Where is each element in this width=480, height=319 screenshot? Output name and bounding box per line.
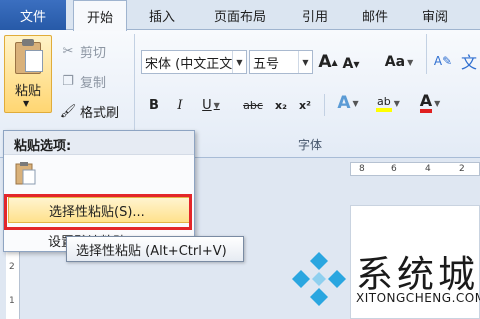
horizontal-ruler: 8 6 4 2 bbox=[350, 162, 480, 176]
tab-insert[interactable]: 插入 bbox=[137, 0, 187, 30]
paste-label: 粘贴 bbox=[14, 84, 41, 99]
highlight-color-button[interactable]: ab ▼ bbox=[370, 92, 406, 114]
tab-references[interactable]: 引用 bbox=[290, 0, 340, 30]
watermark-name: 系统城 bbox=[356, 253, 479, 296]
paste-options-header: 粘贴选项: bbox=[4, 131, 194, 155]
underline-button[interactable]: U ▼ bbox=[198, 94, 224, 116]
font-name-combo[interactable]: 宋体 (中文正文 ▼ bbox=[141, 50, 247, 74]
grow-font-button[interactable]: A ▲ bbox=[318, 51, 338, 73]
cut-button[interactable]: ✂ 剪切 bbox=[60, 42, 106, 61]
format-painter-button[interactable]: 🖌 格式刷 bbox=[60, 102, 119, 121]
change-case-button[interactable]: Aa ▼ bbox=[382, 51, 416, 73]
bold-button[interactable]: B bbox=[146, 94, 162, 116]
paste-dropdown-arrow[interactable]: ▼ bbox=[23, 99, 29, 108]
superscript-button[interactable]: x² bbox=[296, 94, 314, 116]
tab-page-layout[interactable]: 页面布局 bbox=[200, 0, 280, 30]
subscript-button[interactable]: x₂ bbox=[272, 94, 290, 116]
scissors-icon: ✂ bbox=[62, 44, 74, 59]
tab-mailings[interactable]: 邮件 bbox=[350, 0, 400, 30]
copy-button[interactable]: ❐ 复制 bbox=[60, 72, 106, 91]
font-name-dropdown-icon[interactable]: ▼ bbox=[232, 51, 246, 73]
brush-icon: 🖌 bbox=[59, 104, 77, 119]
tab-review[interactable]: 审阅 bbox=[410, 0, 460, 30]
paste-options-menu: 粘贴选项: 选择性粘贴(S)... 设置默认粘贴 bbox=[3, 130, 195, 252]
italic-button[interactable]: I bbox=[172, 94, 188, 116]
ribbon-tab-bar: 文件 开始 插入 页面布局 引用 邮件 审阅 bbox=[0, 0, 480, 31]
font-color-button[interactable]: A ▼ bbox=[414, 92, 446, 114]
text-effects-button[interactable]: A ▼ bbox=[334, 92, 362, 114]
clear-format-icon[interactable]: A✎ bbox=[432, 50, 454, 72]
watermark-site: XITONGCHENG.COM bbox=[356, 291, 480, 305]
font-size-combo[interactable]: 五号 ▼ bbox=[249, 50, 313, 74]
tab-home[interactable]: 开始 bbox=[73, 0, 127, 31]
keep-source-formatting-icon[interactable] bbox=[12, 161, 38, 187]
font-group-label: 字体 bbox=[298, 138, 323, 152]
strikethrough-button[interactable]: abc bbox=[240, 94, 266, 116]
watermark-logo-icon bbox=[292, 252, 346, 306]
tab-file[interactable]: 文件 bbox=[0, 0, 66, 30]
copy-icon: ❐ bbox=[62, 74, 74, 89]
phonetic-guide-button[interactable]: 文 bbox=[458, 50, 480, 72]
font-size-dropdown-icon[interactable]: ▼ bbox=[298, 51, 312, 73]
paste-special-tooltip: 选择性粘贴 (Alt+Ctrl+V) bbox=[66, 236, 244, 262]
paste-special-item[interactable]: 选择性粘贴(S)... bbox=[8, 197, 192, 223]
shrink-font-button[interactable]: A ▼ bbox=[342, 53, 360, 75]
